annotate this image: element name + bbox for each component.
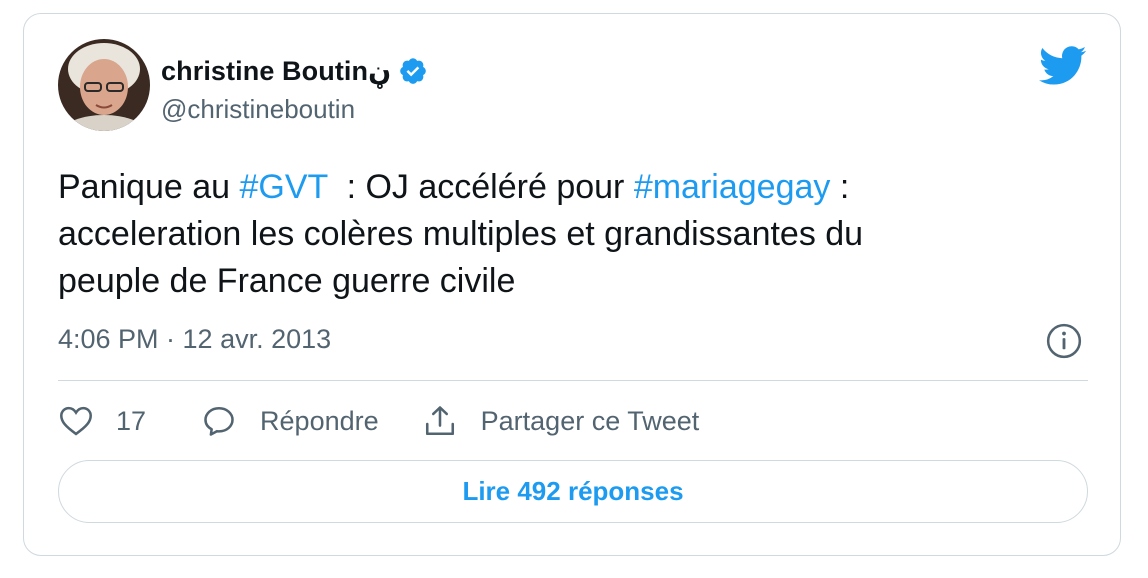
action-bar: 17 Répondre Partager ce Tweet (58, 399, 699, 443)
author-display-name[interactable]: christine Boutinڼ (161, 56, 391, 87)
tweet-text-part: : OJ accéléré pour (327, 168, 634, 206)
share-upload-icon (425, 406, 454, 436)
tweet-text: Panique au #GVT : OJ accéléré pour #mari… (58, 164, 1088, 305)
share-label: Partager ce Tweet (480, 405, 700, 436)
reply-button[interactable]: Répondre (201, 403, 379, 439)
avatar[interactable] (58, 39, 150, 131)
like-count: 17 (116, 405, 147, 436)
speech-bubble-icon (204, 406, 234, 436)
like-button[interactable]: 17 (58, 403, 146, 439)
hashtag-link-mariagegay[interactable]: #mariagegay (634, 168, 831, 206)
info-icon[interactable] (1045, 322, 1083, 360)
heart-icon (60, 406, 92, 436)
read-replies-button[interactable]: Lire 492 réponses (58, 460, 1088, 523)
tweet-timestamp[interactable]: 4:06 PM · 12 avr. 2013 (58, 324, 331, 355)
hashtag-link-gvt[interactable]: #GVT (240, 168, 328, 206)
verified-badge-icon (400, 58, 426, 84)
tweet-card: christine Boutinڼ @christineboutin Paniq… (23, 13, 1121, 556)
twitter-bird-icon[interactable] (1039, 46, 1087, 86)
reply-label: Répondre (260, 405, 379, 436)
tweet-text-part: Panique au (58, 168, 240, 206)
author-handle[interactable]: @christineboutin (161, 94, 355, 125)
divider (58, 380, 1088, 381)
share-tweet-button[interactable]: Partager ce Tweet (422, 403, 700, 439)
author-name-row[interactable]: christine Boutinڼ (161, 54, 428, 88)
